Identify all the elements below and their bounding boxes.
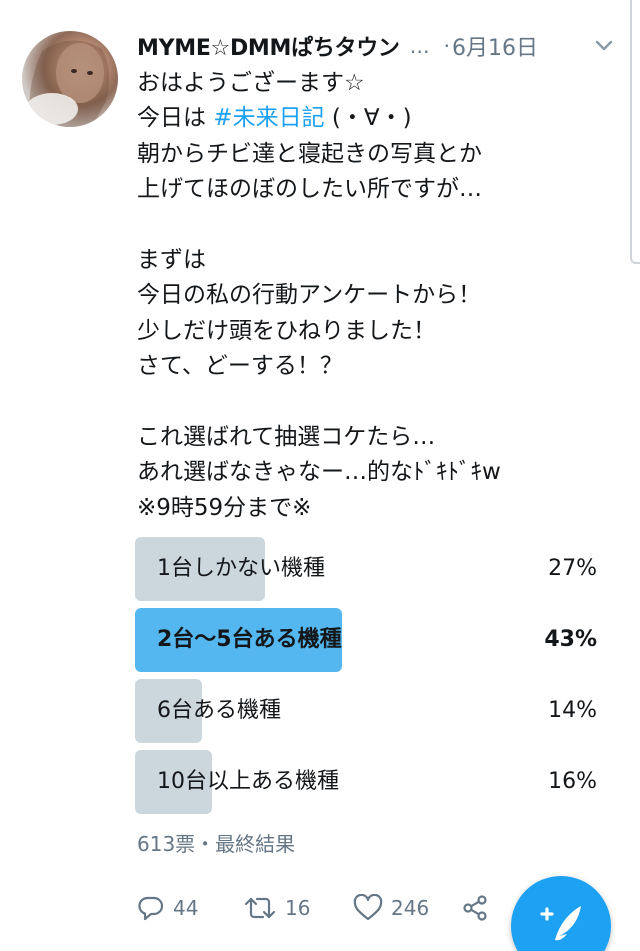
text-line: あれ選ばなきゃなー…的なﾄﾞｷﾄﾞｷw	[137, 459, 501, 486]
share-button[interactable]	[461, 888, 489, 928]
chevron-down-icon[interactable]	[591, 32, 617, 58]
poll-option-label: 1台しかない機種	[157, 556, 325, 581]
text-line: ※9時59分まで※	[137, 494, 312, 521]
compose-tweet-button[interactable]	[511, 876, 611, 951]
text-line: おはようござーます☆	[137, 70, 365, 96]
poll-option-percent: 16%	[548, 769, 597, 794]
text-line: さて、どーする！？	[137, 353, 343, 380]
text-line: 今日の私の行動アンケートから！	[137, 282, 482, 309]
poll-option-label: 6台ある機種	[157, 698, 281, 723]
author-name[interactable]: MYME☆DMMぱちタウン	[137, 30, 400, 62]
hashtag-link[interactable]: #未来日記	[213, 105, 324, 131]
poll: 1台しかない機種 27% 2台〜5台ある機種 43% 6台ある機種 14% 10…	[135, 537, 597, 821]
name-ellipsis: …	[409, 34, 430, 58]
poll-option-percent: 14%	[548, 698, 597, 723]
share-icon	[461, 894, 489, 922]
text-line: (・∀・)	[324, 105, 412, 132]
like-count: 246	[391, 896, 430, 920]
poll-option-percent: 43%	[544, 627, 597, 652]
text-line: 上げてほのぼのしたい所ですが…	[137, 176, 482, 203]
retweet-button[interactable]: 16	[243, 888, 310, 928]
heart-icon	[353, 894, 383, 922]
reply-button[interactable]: 44	[137, 888, 198, 928]
tweet-date[interactable]: 6月16日	[452, 30, 538, 62]
reply-count: 44	[173, 896, 199, 920]
retweet-count: 16	[285, 896, 311, 920]
poll-option-label: 2台〜5台ある機種	[157, 627, 342, 652]
poll-option-label: 10台以上ある機種	[157, 769, 339, 794]
text-line: 今日は	[137, 105, 206, 132]
poll-option: 1台しかない機種 27%	[135, 537, 597, 601]
tweet-text: おはようござーます☆ 今日は #未来日記 (・∀・) 朝からチビ達と寝起きの写真…	[137, 66, 617, 526]
retweet-icon	[243, 894, 277, 922]
tweet-header: MYME☆DMMぱちタウン … · 6月16日	[137, 28, 627, 64]
scrollbar[interactable]	[630, 0, 640, 264]
action-bar: 44 16 246	[137, 888, 497, 928]
poll-option-percent: 27%	[548, 556, 597, 581]
poll-meta: 613票・最終結果	[137, 832, 296, 856]
poll-option: 6台ある機種 14%	[135, 679, 597, 743]
text-line: 少しだけ頭をひねりました！	[137, 317, 436, 344]
text-line: まずは	[137, 247, 206, 274]
reply-icon	[137, 894, 165, 922]
text-line: 朝からチビ達と寝起きの写真とか	[137, 140, 482, 167]
avatar[interactable]	[22, 31, 118, 127]
like-button[interactable]: 246	[353, 888, 429, 928]
separator-dot: ·	[443, 34, 450, 58]
poll-option: 10台以上ある機種 16%	[135, 750, 597, 814]
poll-option-winner: 2台〜5台ある機種 43%	[135, 608, 597, 672]
text-line: これ選ばれて抽選コケたら…	[137, 424, 436, 451]
tweet: MYME☆DMMぱちタウン … · 6月16日 おはようござーます☆ 今日は #…	[0, 0, 640, 951]
